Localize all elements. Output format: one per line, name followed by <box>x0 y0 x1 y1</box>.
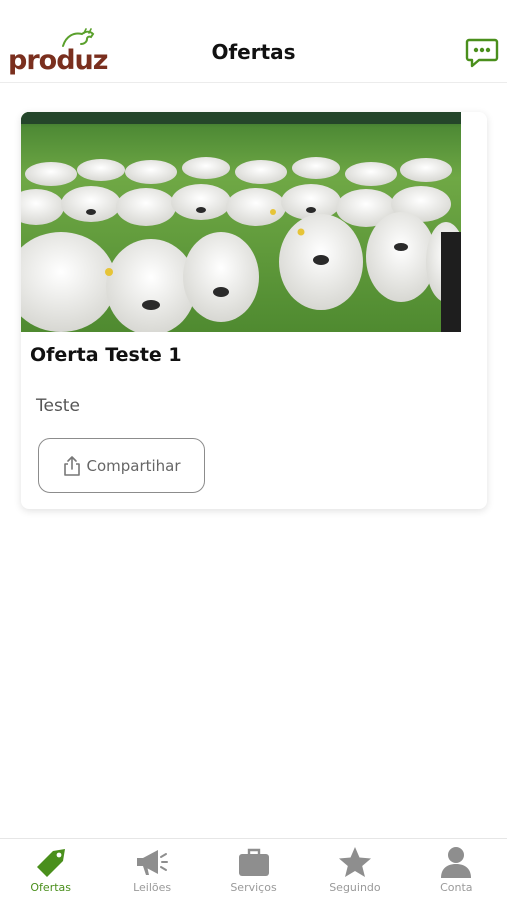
share-icon <box>64 455 81 476</box>
offer-title: Oferta Teste 1 <box>30 344 182 366</box>
bottom-nav: Ofertas Leilões Serviços Seguindo Conta <box>0 838 507 900</box>
nav-label-leiloes: Leilões <box>133 881 172 894</box>
page-title: Ofertas <box>211 40 296 64</box>
briefcase-icon <box>238 848 269 876</box>
nav-item-seguindo[interactable]: Seguindo <box>304 839 405 900</box>
nav-label-ofertas: Ofertas <box>30 881 71 894</box>
nav-item-ofertas[interactable]: Ofertas <box>0 839 101 900</box>
tag-icon <box>36 849 65 877</box>
offer-card[interactable]: Oferta Teste 1 Teste Compartihar <box>21 112 487 509</box>
nav-label-servicos: Serviços <box>230 881 277 894</box>
user-icon <box>441 847 472 878</box>
megaphone-icon <box>137 850 169 875</box>
nav-label-seguindo: Seguindo <box>329 881 381 894</box>
share-button[interactable]: Compartihar <box>38 438 205 493</box>
nav-label-conta: Conta <box>440 881 473 894</box>
top-bar: produz Ofertas <box>0 0 507 83</box>
star-icon <box>338 847 371 877</box>
offer-image <box>21 112 461 332</box>
chat-bubble-icon[interactable] <box>465 37 499 69</box>
nav-item-conta[interactable]: Conta <box>406 839 507 900</box>
nav-item-leiloes[interactable]: Leilões <box>101 839 202 900</box>
nav-item-servicos[interactable]: Serviços <box>203 839 304 900</box>
offer-description: Teste <box>36 396 80 416</box>
share-button-label: Compartihar <box>86 456 181 475</box>
